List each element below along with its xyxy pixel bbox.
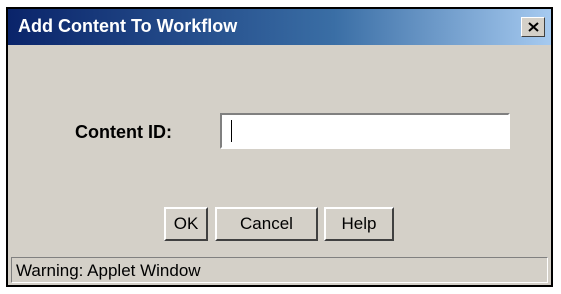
cancel-button[interactable]: Cancel [215, 207, 318, 241]
dialog-window: Add Content To Workflow Content ID: OK C… [6, 7, 553, 287]
help-button[interactable]: Help [324, 207, 394, 241]
status-bar: Warning: Applet Window [11, 257, 548, 283]
content-id-input[interactable] [220, 113, 510, 149]
content-id-label: Content ID: [75, 122, 172, 142]
window-title: Add Content To Workflow [18, 16, 238, 36]
status-text: Warning: Applet Window [16, 261, 201, 280]
title-bar[interactable]: Add Content To Workflow [8, 9, 551, 45]
text-caret [231, 120, 232, 142]
ok-button[interactable]: OK [164, 207, 208, 241]
close-button[interactable] [521, 17, 545, 37]
close-icon [528, 22, 539, 32]
